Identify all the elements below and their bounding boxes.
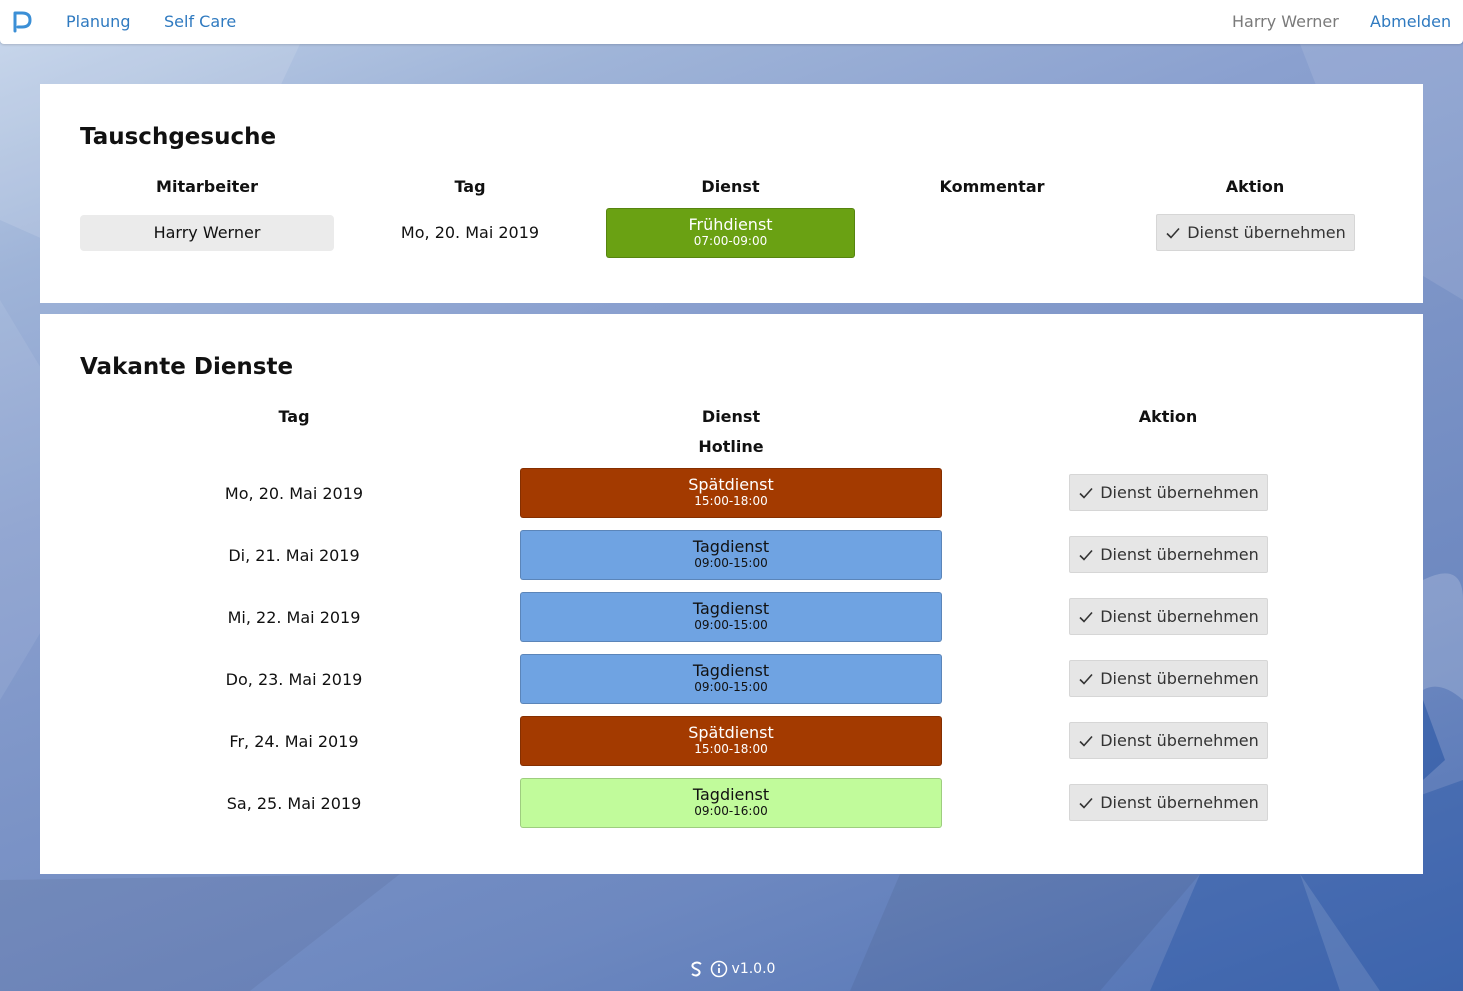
- nav-link-planung[interactable]: Planung: [66, 12, 130, 32]
- col-header-employee: Mitarbeiter: [156, 177, 258, 196]
- vacant-day: Mi, 22. Mai 2019: [227, 608, 361, 627]
- shift-group-label: Hotline: [698, 437, 764, 456]
- shift-name: Tagdienst: [692, 785, 770, 804]
- col-header-comment: Kommentar: [939, 177, 1045, 196]
- checkmark-icon: [1079, 673, 1093, 685]
- take-shift-button[interactable]: Dienst übernehmen: [1069, 784, 1268, 821]
- take-shift-label: Dienst übernehmen: [1100, 669, 1259, 688]
- shift-block[interactable]: Tagdienst 09:00-16:00: [520, 778, 942, 828]
- take-shift-button[interactable]: Dienst übernehmen: [1069, 474, 1268, 511]
- shift-name: Spätdienst: [688, 723, 774, 742]
- take-shift-button[interactable]: Dienst übernehmen: [1069, 598, 1268, 635]
- checkmark-icon: [1079, 735, 1093, 747]
- checkmark-icon: [1079, 487, 1093, 499]
- shift-name: Tagdienst: [692, 537, 770, 556]
- vacant-day: Do, 23. Mai 2019: [225, 670, 363, 689]
- s-logo-icon: [690, 961, 702, 977]
- vacant-shifts-title: Vakante Dienste: [80, 354, 294, 380]
- nav-link-self-care[interactable]: Self Care: [164, 12, 236, 32]
- col-header-shift: Dienst: [701, 177, 760, 196]
- take-shift-label: Dienst übernehmen: [1100, 545, 1259, 564]
- shift-block[interactable]: Tagdienst 09:00-15:00: [520, 530, 942, 580]
- shift-block[interactable]: Tagdienst 09:00-15:00: [520, 654, 942, 704]
- take-shift-button[interactable]: Dienst übernehmen: [1069, 536, 1268, 573]
- take-shift-label: Dienst übernehmen: [1100, 731, 1259, 750]
- shift-time: 09:00-16:00: [694, 804, 768, 818]
- footer: v1.0.0: [0, 958, 1463, 980]
- checkmark-icon: [1079, 549, 1093, 561]
- shift-block[interactable]: Tagdienst 09:00-15:00: [520, 592, 942, 642]
- vacant-shifts-card: Vakante Dienste Tag Dienst Aktion Hotlin…: [40, 314, 1423, 874]
- shift-time: 09:00-15:00: [694, 556, 768, 570]
- take-shift-label: Dienst übernehmen: [1100, 483, 1259, 502]
- checkmark-icon: [1079, 797, 1093, 809]
- vacant-day: Fr, 24. Mai 2019: [229, 732, 359, 751]
- col-header-action: Aktion: [1138, 407, 1198, 426]
- take-shift-label: Dienst übernehmen: [1187, 223, 1346, 242]
- take-shift-label: Dienst übernehmen: [1100, 607, 1259, 626]
- shift-time: 09:00-15:00: [694, 680, 768, 694]
- shift-time: 09:00-15:00: [694, 618, 768, 632]
- swap-requests-card: Tauschgesuche Mitarbeiter Tag Dienst Kom…: [40, 84, 1423, 303]
- shift-block[interactable]: Frühdienst 07:00-09:00: [606, 208, 855, 258]
- shift-time: 07:00-09:00: [693, 234, 768, 248]
- take-shift-button[interactable]: Dienst übernehmen: [1156, 214, 1355, 251]
- swap-day: Mo, 20. Mai 2019: [400, 223, 540, 242]
- take-shift-label: Dienst übernehmen: [1100, 793, 1259, 812]
- vacant-day: Di, 21. Mai 2019: [228, 546, 360, 565]
- take-shift-button[interactable]: Dienst übernehmen: [1069, 722, 1268, 759]
- employee-chip: Harry Werner: [80, 215, 334, 251]
- col-header-day: Tag: [278, 407, 310, 426]
- vacant-day: Mo, 20. Mai 2019: [224, 484, 364, 503]
- app-version: v1.0.0: [731, 961, 776, 977]
- col-header-shift: Dienst: [701, 407, 761, 426]
- shift-block[interactable]: Spätdienst 15:00-18:00: [520, 468, 942, 518]
- logout-link[interactable]: Abmelden: [1370, 12, 1451, 32]
- shift-name: Spätdienst: [688, 475, 774, 494]
- shift-name: Tagdienst: [692, 661, 770, 680]
- shift-name: Frühdienst: [688, 215, 773, 234]
- app-logo-icon[interactable]: [10, 9, 34, 35]
- take-shift-button[interactable]: Dienst übernehmen: [1069, 660, 1268, 697]
- top-navbar: Planung Self Care Harry Werner Abmelden: [0, 0, 1463, 44]
- swap-requests-title: Tauschgesuche: [80, 124, 277, 150]
- checkmark-icon: [1079, 611, 1093, 623]
- shift-time: 15:00-18:00: [694, 494, 768, 508]
- current-user-name: Harry Werner: [1232, 12, 1339, 31]
- shift-name: Tagdienst: [692, 599, 770, 618]
- col-header-day: Tag: [454, 177, 486, 196]
- shift-block[interactable]: Spätdienst 15:00-18:00: [520, 716, 942, 766]
- shift-time: 15:00-18:00: [694, 742, 768, 756]
- info-icon[interactable]: [710, 960, 728, 978]
- col-header-action: Aktion: [1225, 177, 1285, 196]
- checkmark-icon: [1166, 227, 1180, 239]
- vacant-day: Sa, 25. Mai 2019: [226, 794, 362, 813]
